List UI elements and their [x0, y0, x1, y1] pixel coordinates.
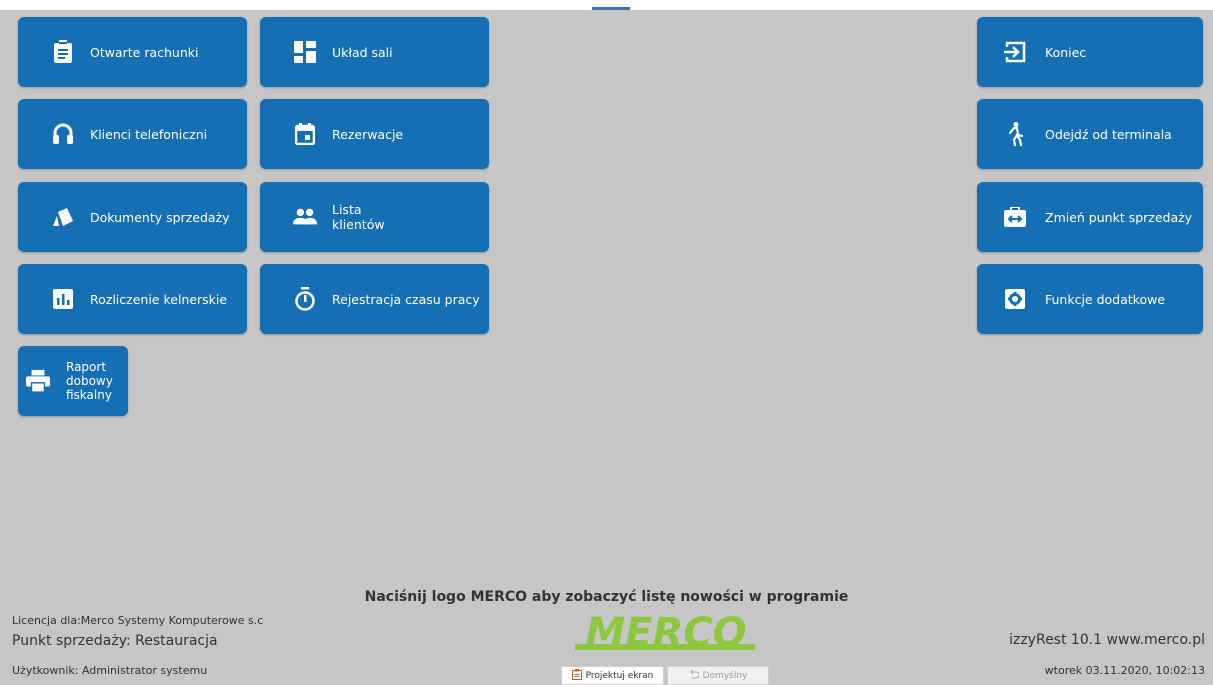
design-screen-icon: [571, 668, 582, 683]
merco-logo-text: MERCO: [585, 610, 746, 656]
printer-icon: [26, 369, 50, 393]
news-hint: Naciśnij logo MERCO aby zobaczyć listę n…: [364, 589, 849, 605]
fiscal-report-button[interactable]: Raport dobowy fiskalny: [18, 346, 128, 416]
headset-icon: [51, 122, 75, 146]
waiter-settlement-label: Rozliczenie kelnerskie: [90, 291, 228, 307]
work-time-button[interactable]: Rejestracja czasu pracy: [260, 264, 489, 334]
license-text: Licencja dla:Merco Systemy Komputerowe s…: [12, 614, 264, 627]
phone-clients-label: Klienci telefoniczni: [90, 126, 208, 142]
clipboard-icon: [51, 40, 75, 64]
waiter-settlement-button[interactable]: Rozliczenie kelnerskie: [18, 264, 247, 334]
open-bills-label: Otwarte rachunki: [90, 44, 199, 60]
reservations-label: Rezerwacje: [332, 126, 404, 142]
client-list-button[interactable]: Lista klientów: [260, 182, 489, 252]
settings-icon: [1003, 287, 1027, 311]
phone-clients-button[interactable]: Klienci telefoniczni: [18, 99, 247, 169]
room-layout-button[interactable]: Układ sali: [260, 17, 489, 87]
walking-person-icon: [1003, 122, 1027, 146]
work-time-label: Rejestracja czasu pracy: [332, 291, 480, 307]
leave-terminal-label: Odejdź od terminala: [1045, 126, 1172, 142]
design-screen-label: Projektuj ekran: [585, 670, 654, 681]
client-list-label: Lista klientów: [332, 202, 385, 232]
extra-functions-button[interactable]: Funkcje dodatkowe: [977, 264, 1203, 334]
point-of-sale-text: Punkt sprzedaży: Restauracja: [12, 633, 218, 649]
extra-functions-label: Funkcje dodatkowe: [1045, 291, 1166, 307]
bar-chart-icon: [51, 287, 75, 311]
top-bar: [0, 0, 1213, 10]
change-pos-button[interactable]: Zmień punkt sprzedaży: [977, 182, 1203, 252]
sales-documents-button[interactable]: Dokumenty sprzedaży: [18, 182, 247, 252]
documents-icon: [51, 205, 75, 229]
room-layout-label: Układ sali: [332, 44, 393, 60]
exit-icon: [1003, 40, 1027, 64]
change-pos-label: Zmień punkt sprzedaży: [1045, 209, 1193, 225]
swap-point-icon: [1003, 205, 1027, 229]
leave-terminal-button[interactable]: Odejdź od terminala: [977, 99, 1203, 169]
undo-icon: [689, 669, 700, 682]
dashboard-layout-icon: [293, 40, 317, 64]
design-screen-button[interactable]: Projektuj ekran: [561, 666, 664, 685]
datetime-text: wtorek 03.11.2020, 10:02:13: [1044, 664, 1205, 677]
user-text: Użytkownik: Administrator systemu: [12, 664, 208, 677]
stopwatch-icon: [293, 287, 317, 311]
default-label: Domyślny: [702, 670, 748, 681]
default-button[interactable]: Domyślny: [667, 666, 769, 685]
fiscal-report-label: Raport dobowy fiskalny: [66, 360, 113, 402]
open-bills-button[interactable]: Otwarte rachunki: [18, 17, 247, 87]
sales-documents-label: Dokumenty sprzedaży: [90, 209, 230, 225]
exit-button[interactable]: Koniec: [977, 17, 1203, 87]
exit-label: Koniec: [1045, 44, 1087, 60]
reservations-button[interactable]: Rezerwacje: [260, 99, 489, 169]
top-indicator: [592, 7, 630, 10]
merco-logo[interactable]: MERCO: [563, 610, 769, 660]
version-text: izzyRest 10.1 www.merco.pl: [1009, 632, 1205, 648]
people-icon: [293, 205, 317, 229]
calendar-icon: [293, 122, 317, 146]
